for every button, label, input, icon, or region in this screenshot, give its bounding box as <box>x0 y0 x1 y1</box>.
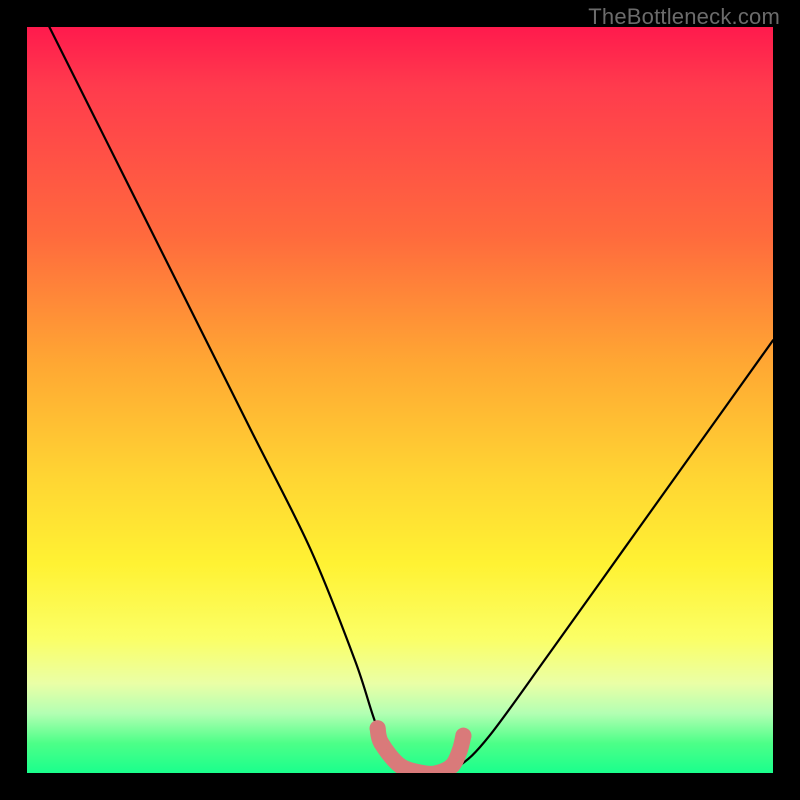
optimum-band-stroke <box>378 728 464 773</box>
bottleneck-curve-path <box>49 27 773 773</box>
attribution-watermark: TheBottleneck.com <box>588 4 780 30</box>
optimum-marker <box>373 735 389 751</box>
plot-area <box>27 27 773 773</box>
optimum-marker <box>414 765 430 773</box>
optimum-marker <box>429 765 445 773</box>
optimum-marker <box>370 720 386 736</box>
optimum-marker <box>452 743 468 759</box>
optimum-markers <box>370 720 472 773</box>
optimum-marker <box>455 728 471 744</box>
chart-frame: TheBottleneck.com <box>0 0 800 800</box>
optimum-marker <box>444 758 460 773</box>
curve-layer <box>27 27 773 773</box>
optimum-marker <box>392 758 408 773</box>
